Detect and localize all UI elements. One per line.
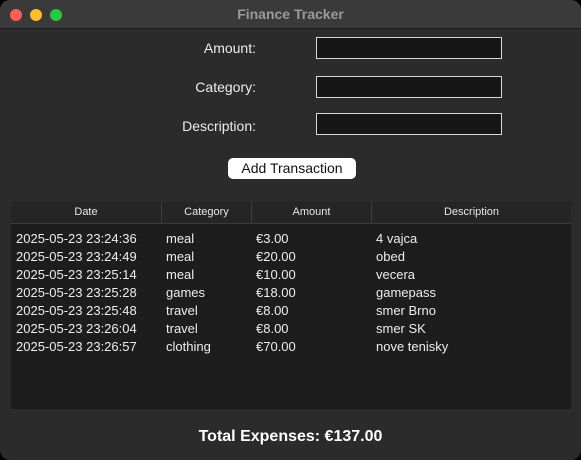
cell-category: travel [166,321,198,336]
amount-label: Amount: [203,40,256,56]
cell-date: 2025-05-23 23:25:28 [16,285,137,300]
cell-amount: €8.00 [256,303,289,318]
cell-date: 2025-05-23 23:26:04 [16,321,137,336]
cell-category: meal [166,267,195,282]
column-header-category[interactable]: Category [162,202,252,224]
table-row[interactable]: 2025-05-23 23:25:14 meal €10.00 vecera [11,266,571,284]
title-bar[interactable]: Finance Tracker [0,0,581,29]
cell-category: meal [166,249,195,264]
transactions-table[interactable]: Date Category Amount Description 2025-05… [11,202,571,409]
table-row[interactable]: 2025-05-23 23:26:04 travel €8.00 smer SK [11,320,571,338]
amount-input[interactable] [316,37,502,59]
table-row[interactable]: 2025-05-23 23:24:49 meal €20.00 obed [11,248,571,266]
cell-amount: €3.00 [256,231,289,246]
cell-category: travel [166,303,198,318]
close-window-icon[interactable] [10,9,22,21]
cell-amount: €10.00 [256,267,296,282]
category-label: Category: [195,79,256,95]
table-row[interactable]: 2025-05-23 23:26:57 clothing €70.00 nove… [11,338,571,356]
column-header-description[interactable]: Description [372,202,571,224]
table-header: Date Category Amount Description [11,202,571,224]
cell-description: gamepass [376,285,436,300]
app-window: Finance Tracker Amount: Category: Descri… [0,0,581,460]
cell-description: obed [376,249,405,264]
cell-description: smer SK [376,321,426,336]
cell-date: 2025-05-23 23:24:36 [16,231,137,246]
cell-amount: €20.00 [256,249,296,264]
minimize-window-icon[interactable] [30,9,42,21]
column-header-amount[interactable]: Amount [252,202,372,224]
table-row[interactable]: 2025-05-23 23:25:48 travel €8.00 smer Br… [11,302,571,320]
cell-description: vecera [376,267,416,282]
cell-date: 2025-05-23 23:25:48 [16,303,137,318]
total-expenses-label: Total Expenses: €137.00 [198,428,383,445]
window-title: Finance Tracker [237,6,344,22]
cell-date: 2025-05-23 23:25:14 [16,267,137,282]
description-input[interactable] [316,113,502,135]
cell-amount: €18.00 [256,285,296,300]
cell-date: 2025-05-23 23:24:49 [16,249,137,264]
cell-description: nove tenisky [376,339,449,354]
category-input[interactable] [316,76,502,98]
cell-category: clothing [166,339,211,354]
cell-category: games [166,285,206,300]
maximize-window-icon[interactable] [50,9,62,21]
cell-amount: €70.00 [256,339,296,354]
description-label: Description: [182,118,256,134]
table-body: 2025-05-23 23:24:36 meal €3.00 4 vajca 2… [11,230,571,356]
cell-category: meal [166,231,195,246]
cell-date: 2025-05-23 23:26:57 [16,339,137,354]
table-row[interactable]: 2025-05-23 23:25:28 games €18.00 gamepas… [11,284,571,302]
cell-amount: €8.00 [256,321,289,336]
cell-description: 4 vajca [376,231,418,246]
column-header-date[interactable]: Date [11,202,162,224]
cell-description: smer Brno [376,303,436,318]
table-row[interactable]: 2025-05-23 23:24:36 meal €3.00 4 vajca [11,230,571,248]
add-transaction-button[interactable]: Add Transaction [228,158,356,179]
